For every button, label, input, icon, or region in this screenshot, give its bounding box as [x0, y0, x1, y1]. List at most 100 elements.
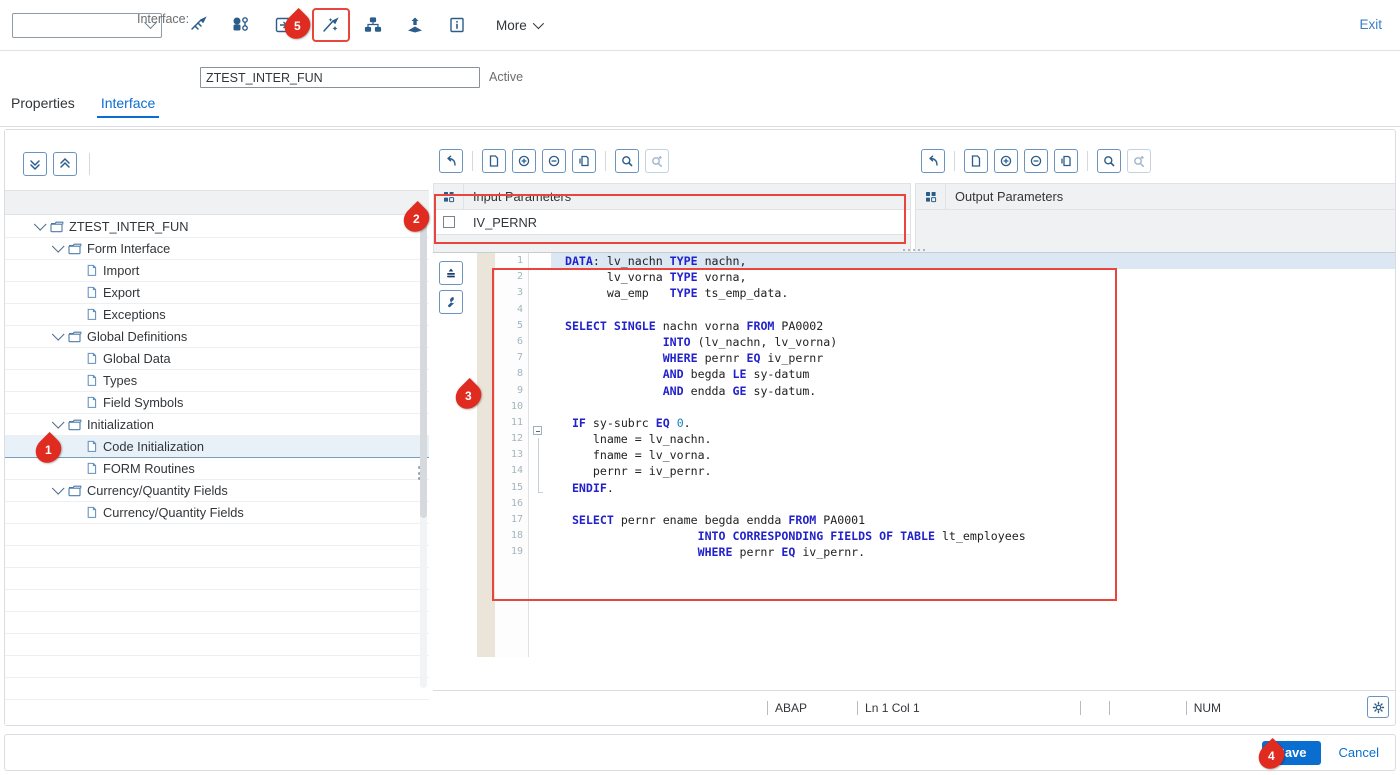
fold-toggle-if[interactable] [533, 426, 542, 435]
tab-interface[interactable]: Interface [96, 95, 160, 118]
select-all-icon[interactable] [434, 183, 464, 210]
tree-item-currency-quantity-fields[interactable]: Currency/Quantity Fields [5, 502, 429, 524]
code-line-empty[interactable] [551, 625, 1395, 641]
line-number [495, 577, 528, 593]
expand-caret-icon[interactable] [51, 240, 65, 253]
undo-button[interactable] [921, 149, 945, 173]
expand-all-button[interactable] [23, 152, 47, 176]
code-line[interactable]: AND endda GE sy-datum. [551, 383, 1395, 399]
row-checkbox[interactable] [443, 216, 455, 228]
code-line[interactable]: DATA: lv_nachn TYPE nachn, [551, 253, 1395, 270]
new-row-button[interactable] [482, 149, 506, 173]
tree-item-form-routines[interactable]: FORM Routines [5, 458, 429, 480]
tree-item-types[interactable]: Types [5, 370, 429, 392]
row-checkbox-cell[interactable] [434, 216, 464, 228]
code-line-empty[interactable] [551, 593, 1395, 609]
collapse-all-button[interactable] [53, 152, 77, 176]
tree-item-exceptions[interactable]: Exceptions [5, 304, 429, 326]
delete-row-button[interactable] [542, 149, 566, 173]
pattern-wand-button[interactable] [312, 8, 350, 42]
find-next-button[interactable] [1127, 149, 1151, 173]
folder-icon [50, 221, 64, 232]
insert-row-button[interactable] [512, 149, 536, 173]
delete-row-button[interactable] [1024, 149, 1048, 173]
hierarchy-button[interactable] [356, 10, 390, 40]
code-line-empty[interactable] [551, 642, 1395, 658]
undo-button[interactable] [439, 149, 463, 173]
duplicate-row-button[interactable] [1054, 149, 1078, 173]
select-all-icon[interactable] [916, 183, 946, 210]
code-line-empty[interactable] [551, 577, 1395, 593]
code-line[interactable] [551, 302, 1395, 318]
code-line[interactable]: lv_vorna TYPE vorna, [551, 269, 1395, 285]
tree-item-field-symbols[interactable]: Field Symbols [5, 392, 429, 414]
find-button[interactable] [615, 149, 639, 173]
tree-item-initialization[interactable]: Initialization [5, 414, 429, 436]
tree-row-list: ZTEST_INTER_FUN Form Interface Import Expor… [5, 216, 429, 700]
tree-item-ztest-inter-fun[interactable]: ZTEST_INTER_FUN [5, 216, 429, 238]
code-line[interactable]: pernr = iv_pernr. [551, 463, 1395, 479]
find-button[interactable] [1097, 149, 1121, 173]
document-icon [87, 396, 97, 408]
info-icon [450, 17, 464, 33]
tab-properties[interactable]: Properties [11, 95, 75, 118]
undo-icon [447, 155, 456, 166]
code-line[interactable] [551, 399, 1395, 415]
tree-item-form-interface[interactable]: Form Interface [5, 238, 429, 260]
insert-pattern-button[interactable] [439, 261, 463, 285]
where-used-list-button[interactable] [224, 10, 258, 40]
exit-button[interactable]: Exit [1359, 17, 1382, 32]
editor-settings-gear-button[interactable] [1367, 696, 1389, 718]
expand-caret-icon[interactable] [51, 328, 65, 341]
tree-item-global-data[interactable]: Global Data [5, 348, 429, 370]
tree-item-label: Import [103, 263, 140, 278]
tree-item-global-definitions[interactable]: Global Definitions [5, 326, 429, 348]
find-next-button[interactable] [645, 149, 669, 173]
chevrons-up-icon [60, 157, 70, 168]
output-parameters-header-row: Output Parameters [916, 183, 1395, 210]
interface-input[interactable] [200, 67, 480, 88]
input-parameter-row[interactable]: IV_PERNR [434, 210, 910, 235]
code-line[interactable]: ENDIF. [551, 480, 1395, 496]
editor-resize-grip[interactable] [903, 247, 925, 252]
output-parameters-column-header: Output Parameters [955, 189, 1064, 204]
expand-caret-icon[interactable] [51, 416, 65, 429]
tree-scrollbar[interactable] [420, 218, 427, 688]
code-line[interactable] [551, 496, 1395, 512]
editor-code-lines[interactable]: DATA: lv_nachn TYPE nachn, lv_vorna TYPE… [551, 253, 1395, 657]
editor-fold-column[interactable] [529, 253, 547, 657]
document-icon-wrap [86, 462, 98, 475]
code-line[interactable]: wa_emp TYPE ts_emp_data. [551, 285, 1395, 301]
expand-caret-icon[interactable] [51, 482, 65, 495]
code-line[interactable]: WHERE pernr EQ iv_pernr [551, 350, 1395, 366]
tree-item-currency-quantity-fields[interactable]: Currency/Quantity Fields [5, 480, 429, 502]
duplicate-row-button[interactable] [572, 149, 596, 173]
cancel-button[interactable]: Cancel [1335, 741, 1383, 765]
code-line[interactable]: SELECT SINGLE nachn vorna FROM PA0002 [551, 318, 1395, 334]
code-line[interactable]: IF sy-subrc EQ 0. [551, 415, 1395, 431]
insert-row-button[interactable] [994, 149, 1018, 173]
code-editor-area[interactable]: 1 2 3 4 5 6 7 8 9 10 11 12 13 14 15 16 17 18 19 DATA: lv_n… [495, 253, 1395, 657]
code-line[interactable]: INTO (lv_nachn, lv_vorna) [551, 334, 1395, 350]
more-menu-button[interactable]: More [496, 18, 544, 33]
tree-item-label: FORM Routines [103, 461, 195, 476]
code-line[interactable]: INTO CORRESPONDING FIELDS OF TABLE lt_em… [551, 528, 1395, 544]
code-line-empty[interactable] [551, 609, 1395, 625]
import-button[interactable] [398, 10, 432, 40]
code-line[interactable]: AND begda LE sy-datum [551, 366, 1395, 382]
new-row-button[interactable] [964, 149, 988, 173]
code-line[interactable]: WHERE pernr EQ iv_pernr. [551, 544, 1395, 560]
code-line-empty[interactable] [551, 561, 1395, 577]
tree-column-header [5, 190, 429, 215]
tree-item-import[interactable]: Import [5, 260, 429, 282]
line-number: 8 [516, 368, 523, 380]
code-line[interactable]: fname = lv_vorna. [551, 447, 1395, 463]
code-line[interactable]: lname = lv_nachn. [551, 431, 1395, 447]
tree-item-code-initialization[interactable]: Code Initialization [5, 436, 429, 458]
editor-settings-button[interactable] [439, 290, 463, 314]
document-icon [87, 440, 97, 452]
code-line[interactable]: SELECT pernr ename begda endda FROM PA00… [551, 512, 1395, 528]
info-button[interactable] [440, 10, 474, 40]
expand-caret-icon[interactable] [33, 218, 47, 231]
tree-item-export[interactable]: Export [5, 282, 429, 304]
